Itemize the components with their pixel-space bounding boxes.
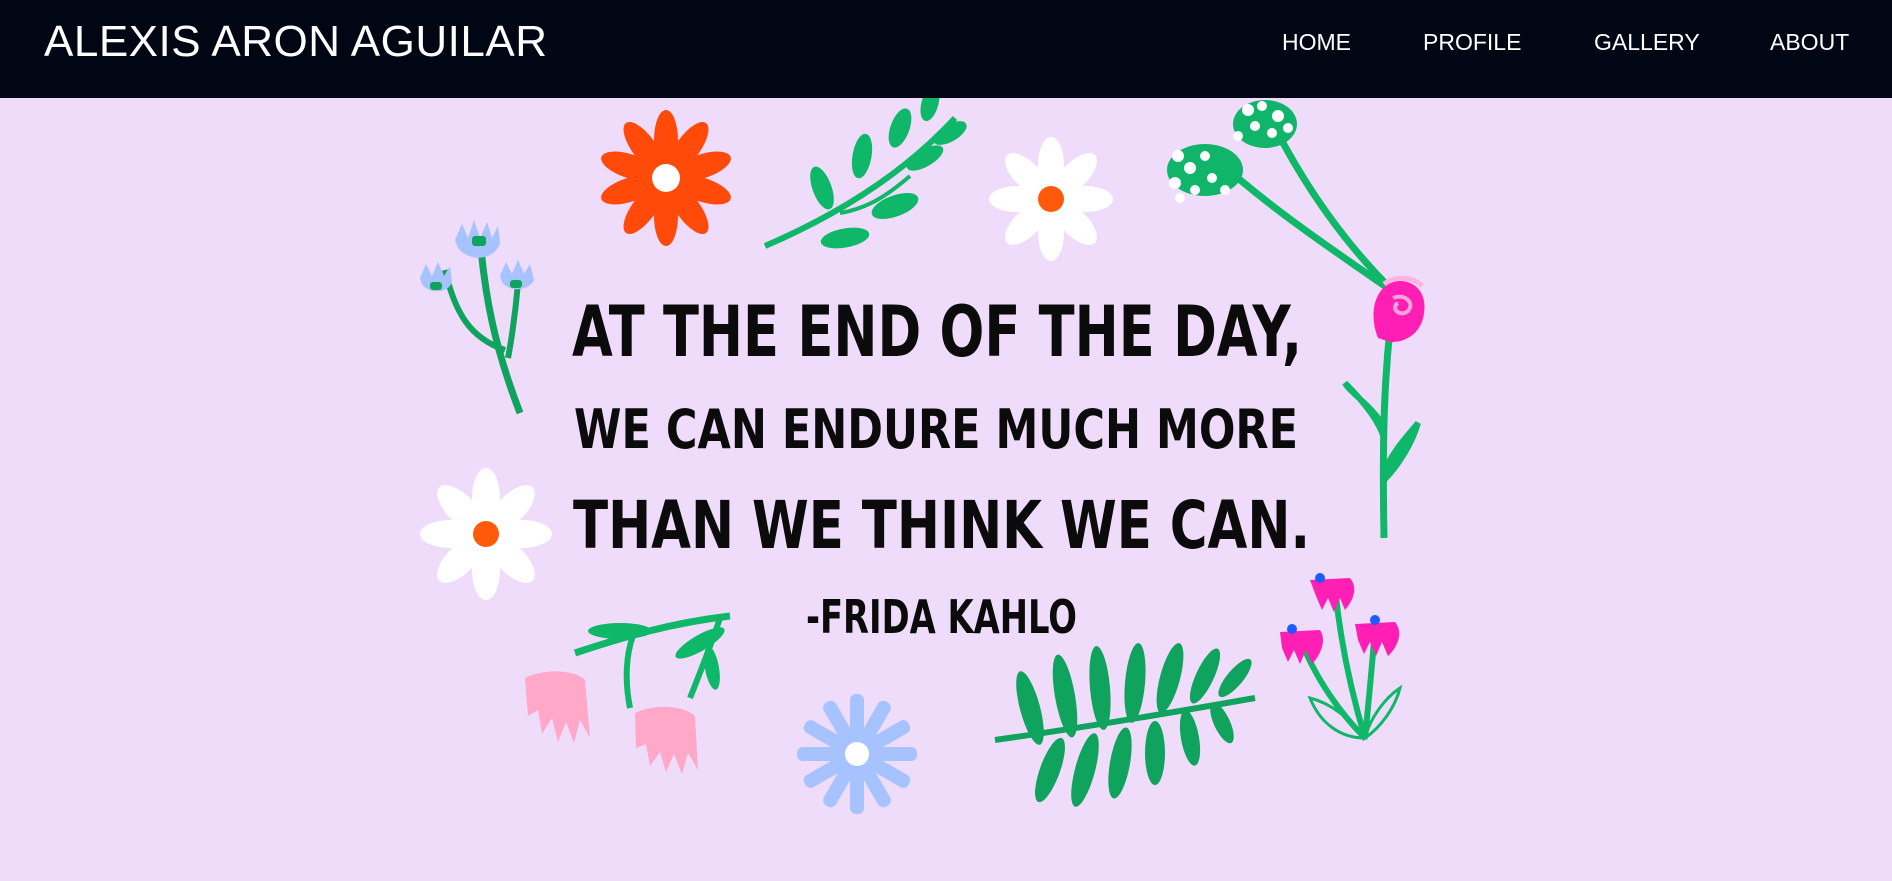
hero-banner: AT THE END OF THE DAY, WE CAN ENDURE MUC… bbox=[0, 98, 1892, 881]
site-header: ALEXIS ARON AGUILAR HOME PROFILE GALLERY… bbox=[0, 0, 1892, 98]
quote-line-2: WE CAN ENDURE MUCH MORE bbox=[574, 398, 1298, 461]
pink-flower-bunch-icon bbox=[1280, 573, 1403, 742]
quote-illustration: AT THE END OF THE DAY, WE CAN ENDURE MUC… bbox=[420, 98, 1425, 814]
white-daisy-icon bbox=[989, 137, 1113, 261]
site-title[interactable]: ALEXIS ARON AGUILAR bbox=[44, 18, 547, 66]
quote-author: -FRIDA KAHLO bbox=[806, 590, 1077, 644]
pink-flower-branch-icon bbox=[525, 612, 731, 774]
blue-flower-icon bbox=[420, 220, 534, 415]
leaf-branch-icon bbox=[763, 98, 967, 249]
white-daisy-icon bbox=[420, 468, 552, 600]
quote-line-3: THAN WE THINK WE CAN. bbox=[573, 487, 1310, 564]
blue-flower-icon bbox=[797, 694, 917, 814]
white-lace-flower-icon bbox=[1167, 100, 1397, 296]
nav-profile-link[interactable]: PROFILE bbox=[1423, 28, 1521, 56]
red-flower-icon bbox=[601, 110, 731, 246]
nav-gallery-link[interactable]: GALLERY bbox=[1594, 28, 1700, 56]
nav-about-link[interactable]: ABOUT bbox=[1770, 28, 1849, 56]
fern-leaf-icon bbox=[994, 643, 1256, 807]
nav-home-link[interactable]: HOME bbox=[1282, 28, 1351, 56]
pink-tulip-icon bbox=[1342, 275, 1425, 539]
quote-line-1: AT THE END OF THE DAY, bbox=[572, 291, 1302, 373]
